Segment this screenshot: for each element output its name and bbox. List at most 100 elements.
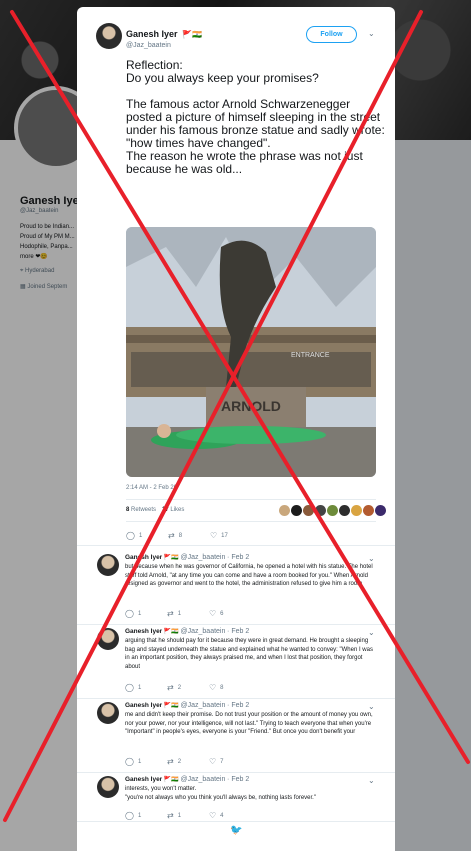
reply-author-name[interactable]: Ganesh Iyer <box>125 628 162 635</box>
retweet-button[interactable]: ⇄ 8 <box>168 531 210 540</box>
reply-author-name[interactable]: Ganesh Iyer <box>125 554 162 561</box>
reply-tweet[interactable]: Ganesh Iyer 🚩🇮🇳 @Jaz_baatein · Feb 2 ⌄ b… <box>77 554 395 624</box>
liker-avatar[interactable] <box>327 505 338 516</box>
photo-sign-name: ARNOLD <box>221 398 281 414</box>
reply-text: me and didn't keep their promise. Do not… <box>125 712 373 735</box>
retweet-button[interactable]: ⇄ 1 <box>167 811 209 820</box>
reply-author-name[interactable]: Ganesh Iyer <box>125 702 162 709</box>
heart-icon: ♡ <box>209 811 217 820</box>
retweet-stat[interactable]: 8 Retweets <box>126 507 156 513</box>
chevron-down-icon[interactable]: ⌄ <box>368 776 375 785</box>
reply-author-flags: 🚩🇮🇳 <box>163 703 179 709</box>
retweet-button[interactable]: ⇄ 2 <box>167 757 209 766</box>
reply-text: interests, you won't matter. "you're not… <box>125 786 316 801</box>
author-flags: 🚩🇮🇳 <box>181 30 202 39</box>
reply-avatar[interactable] <box>97 628 119 650</box>
liker-avatar[interactable] <box>279 505 290 516</box>
retweet-arrows-icon: ⇄ <box>167 811 174 820</box>
liker-avatar[interactable] <box>315 505 326 516</box>
divider <box>126 521 376 522</box>
heart-icon: ♡ <box>209 683 217 692</box>
reply-button[interactable]: ◯ 1 <box>125 683 167 692</box>
reply-avatar[interactable] <box>97 702 119 724</box>
liker-avatar[interactable] <box>303 505 314 516</box>
liker-avatar[interactable] <box>339 505 350 516</box>
reply-button[interactable]: ◯ 1 <box>125 757 167 766</box>
like-stat[interactable]: 17 Likes <box>162 507 184 513</box>
chevron-down-icon[interactable]: ⌄ <box>368 628 375 637</box>
divider <box>77 545 395 546</box>
reply-header: Ganesh Iyer 🚩🇮🇳 @Jaz_baatein · Feb 2 <box>125 776 249 783</box>
divider <box>77 772 395 773</box>
reply-button[interactable]: ◯ 1 <box>125 609 167 618</box>
reply-button[interactable]: ◯ 1 <box>126 531 168 540</box>
speech-bubble-icon: ◯ <box>125 811 134 820</box>
retweet-arrows-icon: ⇄ <box>167 757 174 766</box>
statue-photo: ENTRANCE ARNOLD <box>126 227 376 477</box>
chevron-down-icon[interactable]: ⌄ <box>368 702 375 711</box>
engagement-stats: 8 Retweets 17 Likes <box>126 507 184 513</box>
reply-date[interactable]: · Feb 2 <box>227 628 249 635</box>
reply-date[interactable]: · Feb 2 <box>227 702 249 709</box>
reply-author-flags: 🚩🇮🇳 <box>163 777 179 783</box>
like-button[interactable]: ♡ 8 <box>209 683 251 692</box>
like-count: 17 <box>162 507 169 513</box>
tweet-photo[interactable]: ENTRANCE ARNOLD <box>126 227 376 477</box>
author-block: Ganesh Iyer 🚩🇮🇳 @Jaz_baatein <box>126 24 202 49</box>
reply-author-flags: 🚩🇮🇳 <box>163 629 179 635</box>
reply-count: 1 <box>137 684 142 691</box>
liker-avatar[interactable] <box>351 505 362 516</box>
reply-author-handle[interactable]: @Jaz_baatein <box>181 702 226 709</box>
author-name[interactable]: Ganesh Iyer <box>126 29 178 39</box>
tweet-actions: ◯ 1 ⇄ 8 ♡ 17 <box>126 531 252 540</box>
author-avatar[interactable] <box>96 23 122 49</box>
like-button[interactable]: ♡ 7 <box>209 757 251 766</box>
reply-count: 1 <box>137 610 142 617</box>
speech-bubble-icon: ◯ <box>126 531 135 540</box>
reply-count: 1 <box>138 532 143 539</box>
reply-date[interactable]: · Feb 2 <box>227 554 249 561</box>
like-count: 6 <box>220 610 224 617</box>
reply-actions: ◯ 1 ⇄ 2 ♡ 7 <box>125 757 251 766</box>
liker-avatar[interactable] <box>291 505 302 516</box>
reply-button[interactable]: ◯ 1 <box>125 811 167 820</box>
reply-tweet[interactable]: Ganesh Iyer 🚩🇮🇳 @Jaz_baatein · Feb 2 ⌄ a… <box>77 628 395 698</box>
retweet-arrows-icon: ⇄ <box>167 609 174 618</box>
reply-tweet[interactable]: Ganesh Iyer 🚩🇮🇳 @Jaz_baatein · Feb 2 ⌄ i… <box>77 776 395 821</box>
reply-author-handle[interactable]: @Jaz_baatein <box>181 554 226 561</box>
retweet-button[interactable]: ⇄ 1 <box>167 609 209 618</box>
likers-avatars <box>279 505 386 516</box>
reply-author-handle[interactable]: @Jaz_baatein <box>181 776 226 783</box>
liker-avatar[interactable] <box>363 505 374 516</box>
reply-text: but because when he was governor of Cali… <box>125 564 373 587</box>
reply-author-name[interactable]: Ganesh Iyer <box>125 776 162 783</box>
reply-avatar[interactable] <box>97 776 119 798</box>
reply-actions: ◯ 1 ⇄ 1 ♡ 4 <box>125 811 251 820</box>
retweet-button[interactable]: ⇄ 2 <box>167 683 209 692</box>
reply-author-flags: 🚩🇮🇳 <box>163 555 179 561</box>
reply-header: Ganesh Iyer 🚩🇮🇳 @Jaz_baatein · Feb 2 <box>125 702 249 709</box>
reply-count: 1 <box>137 812 142 819</box>
like-button[interactable]: ♡ 6 <box>209 609 251 618</box>
reply-tweet[interactable]: Ganesh Iyer 🚩🇮🇳 @Jaz_baatein · Feb 2 ⌄ m… <box>77 702 395 772</box>
reply-avatar[interactable] <box>97 554 119 576</box>
heart-icon: ♡ <box>210 531 218 540</box>
liker-avatar[interactable] <box>375 505 386 516</box>
reply-header: Ganesh Iyer 🚩🇮🇳 @Jaz_baatein · Feb 2 <box>125 628 249 635</box>
reply-text: arguing that he should pay for it becaus… <box>125 638 373 670</box>
reply-author-handle[interactable]: @Jaz_baatein <box>181 628 226 635</box>
reply-date[interactable]: · Feb 2 <box>227 776 249 783</box>
author-handle[interactable]: @Jaz_baatein <box>126 42 202 49</box>
tweet-modal: Ganesh Iyer 🚩🇮🇳 @Jaz_baatein Follow ⌄ Re… <box>77 7 395 851</box>
like-button[interactable]: ♡ 17 <box>210 531 252 540</box>
divider <box>126 499 376 500</box>
chevron-down-icon[interactable]: ⌄ <box>368 554 375 563</box>
chevron-down-icon[interactable]: ⌄ <box>368 29 375 38</box>
tweet-timestamp[interactable]: 2:14 AM - 2 Feb 20 <box>126 485 177 491</box>
like-stat-label: Likes <box>170 507 185 513</box>
retweet-count: 1 <box>177 610 182 617</box>
reply-actions: ◯ 1 ⇄ 1 ♡ 6 <box>125 609 251 618</box>
follow-button[interactable]: Follow <box>306 26 357 43</box>
like-button[interactable]: ♡ 4 <box>209 811 251 820</box>
reply-actions: ◯ 1 ⇄ 2 ♡ 8 <box>125 683 251 692</box>
